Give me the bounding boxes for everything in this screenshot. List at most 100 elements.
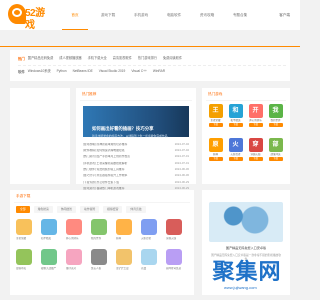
software-tag[interactable]: Visual C++ xyxy=(131,69,147,74)
software-tag[interactable]: WinRAR xyxy=(153,69,165,74)
download-name[interactable]: 光遇 xyxy=(141,267,161,270)
hot-game-card[interactable]: 原原神 下载 xyxy=(207,138,224,166)
download-card[interactable]: 开心消消乐 xyxy=(66,219,86,243)
game-name[interactable]: 我的世界 xyxy=(267,119,284,122)
site-logo[interactable]: 52游戏 xyxy=(8,4,48,31)
news-title[interactable]: [下载专题] 办公软件合集下载 xyxy=(83,181,171,184)
download-card[interactable]: 我的世界 xyxy=(91,219,111,243)
download-name[interactable]: 我的世界 xyxy=(91,237,111,240)
software-tag[interactable]: NetBeans IDE xyxy=(73,69,93,74)
feature-title[interactable]: 如何画出好看的插画？技巧分享 xyxy=(92,126,153,131)
hot-tag[interactable]: 国产精品无码免费 xyxy=(28,56,54,61)
download-name[interactable]: 穿越火线 xyxy=(166,237,186,240)
hot-game-card[interactable]: 我我的世界 下载 xyxy=(267,104,284,132)
download-card[interactable]: 第五人格 xyxy=(91,249,111,273)
news-date: 2024-06-29 xyxy=(174,179,189,184)
download-button[interactable]: 下载 xyxy=(228,157,243,161)
news-title[interactable]: [热门资讯] 国产手游本月上线新作盘点 xyxy=(83,155,171,158)
nav-item-pc-software[interactable]: 电脑软件 xyxy=(161,0,187,30)
download-button[interactable]: 下载 xyxy=(268,123,283,127)
game-name[interactable]: 原神 xyxy=(207,153,224,156)
nav-item-news[interactable]: 资讯攻略 xyxy=(194,0,220,30)
filter-chip[interactable]: 动作冒险 xyxy=(80,206,100,213)
download-card[interactable]: 王者荣耀 xyxy=(16,219,36,243)
game-name[interactable]: 和平精英 xyxy=(227,119,244,122)
hot-game-card[interactable]: 开开心消消乐 下载 xyxy=(247,104,264,132)
software-tag[interactable]: Python xyxy=(57,69,67,74)
download-card[interactable]: 光遇 xyxy=(141,249,161,273)
client-link[interactable]: 客户端 xyxy=(279,13,290,17)
hot-game-card[interactable]: 火火影忍者 下载 xyxy=(227,138,244,166)
filter-chip[interactable]: 模拟经营 xyxy=(103,206,123,213)
hot-tag[interactable]: 高清影视软件 xyxy=(113,56,132,61)
download-card[interactable]: 原神 xyxy=(116,219,136,243)
game-name[interactable]: 穿越火线 xyxy=(247,153,264,156)
download-card[interactable]: 崩坏星穹铁道 xyxy=(166,249,186,273)
nav-item-home[interactable]: 首页 xyxy=(62,0,88,30)
filter-chip[interactable]: 休闲益智 xyxy=(56,206,77,213)
news-title[interactable]: [热门软件] 免费视频剪辑工具推荐 xyxy=(83,168,171,171)
game-name[interactable]: 火影忍者 xyxy=(227,153,244,156)
news-title[interactable]: [技巧分享] 浏览器插件提升工作效率 xyxy=(83,174,171,177)
nav-item-mobile-games[interactable]: 手机游戏 xyxy=(128,0,154,30)
game-name[interactable]: 部落冲突 xyxy=(267,153,284,156)
hot-game-card[interactable]: 和和平精英 下载 xyxy=(227,104,244,132)
download-card[interactable]: 金铲铲之战 xyxy=(116,249,136,273)
download-name[interactable]: 金铲铲之战 xyxy=(116,267,136,270)
download-name[interactable]: 火影忍者 xyxy=(141,237,161,240)
download-name[interactable]: 植物大战僵尸 xyxy=(41,267,61,270)
download-name[interactable]: 蛋仔派对 xyxy=(66,267,86,270)
software-tag-label: 软件 xyxy=(18,69,25,74)
game-icon: 我 xyxy=(268,104,283,118)
hot-tag[interactable]: 成人视频播放器 xyxy=(59,56,81,61)
download-button[interactable]: 下载 xyxy=(248,157,263,161)
download-name[interactable]: 第五人格 xyxy=(91,267,111,270)
download-card[interactable]: 和平精英 xyxy=(41,219,61,243)
software-tag[interactable]: Windows10系统 xyxy=(28,69,51,74)
filter-chip-all[interactable]: 全部 xyxy=(16,206,30,213)
download-card[interactable]: 火影忍者 xyxy=(141,219,161,243)
download-card[interactable]: 植物大战僵尸 xyxy=(41,249,61,273)
hot-tag[interactable]: 热门游戏排行 xyxy=(138,56,157,61)
promo-image[interactable] xyxy=(209,202,283,242)
hot-tag[interactable]: 免费阅读软件 xyxy=(163,56,182,61)
download-card[interactable]: 穿越火线 xyxy=(166,219,186,243)
download-button[interactable]: 下载 xyxy=(268,157,283,161)
hot-game-card[interactable]: 穿穿越火线 下载 xyxy=(247,138,264,166)
download-name[interactable]: 部落冲突 xyxy=(16,267,36,270)
news-title[interactable]: [手机游戏] 王者荣耀新英雄技能解析 xyxy=(83,162,171,165)
news-title[interactable]: [软件教程] 如何快速清理电脑垃圾 xyxy=(83,149,171,152)
game-icon xyxy=(41,249,57,265)
download-name[interactable]: 崩坏星穹铁道 xyxy=(166,267,186,270)
tag-divider xyxy=(18,65,286,66)
download-name[interactable]: 和平精英 xyxy=(41,237,61,240)
download-name[interactable]: 开心消消乐 xyxy=(66,237,86,240)
logo-mark-icon xyxy=(8,4,26,24)
download-button[interactable]: 下载 xyxy=(208,123,223,127)
game-name[interactable]: 王者荣耀 xyxy=(207,119,224,122)
hot-tag[interactable]: 手机下载大全 xyxy=(88,56,107,61)
download-button[interactable]: 下载 xyxy=(208,157,223,161)
game-name[interactable]: 开心消消乐 xyxy=(247,119,264,122)
download-card[interactable]: 蛋仔派对 xyxy=(66,249,86,273)
hot-game-card[interactable]: 部部落冲突 下载 xyxy=(267,138,284,166)
download-button[interactable]: 下载 xyxy=(248,123,263,127)
news-title[interactable]: [游戏攻略] 原神新版本角色培养推荐 xyxy=(83,143,171,146)
game-icon: 开 xyxy=(248,104,263,118)
promo-caption[interactable]: 国产精品无码免费入口安卓版 xyxy=(211,246,281,251)
download-name[interactable]: 原神 xyxy=(116,237,136,240)
left-empty-panel xyxy=(10,88,70,184)
nav-item-game-download[interactable]: 游戏下载 xyxy=(95,0,121,30)
hot-game-card[interactable]: 王王者荣耀 下载 xyxy=(207,104,224,132)
game-icon xyxy=(66,219,82,235)
download-button[interactable]: 下载 xyxy=(228,123,243,127)
download-card[interactable]: 部落冲突 xyxy=(16,249,36,273)
filter-chip[interactable]: 角色扮演 xyxy=(33,206,53,213)
software-tag[interactable]: Visual Studio 2019 xyxy=(99,69,126,74)
feature-image[interactable]: 如何画出好看的插画？技巧分享 新手也能学会的绘画方法，从线稿到上色一步步教你完成… xyxy=(83,106,189,138)
game-icon: 火 xyxy=(228,138,243,152)
filter-chip[interactable]: 体育竞技 xyxy=(126,206,146,213)
nav-item-topics[interactable]: 专题合集 xyxy=(227,0,253,30)
download-name[interactable]: 王者荣耀 xyxy=(16,237,36,240)
news-date: 2024-07-02 xyxy=(174,141,189,146)
